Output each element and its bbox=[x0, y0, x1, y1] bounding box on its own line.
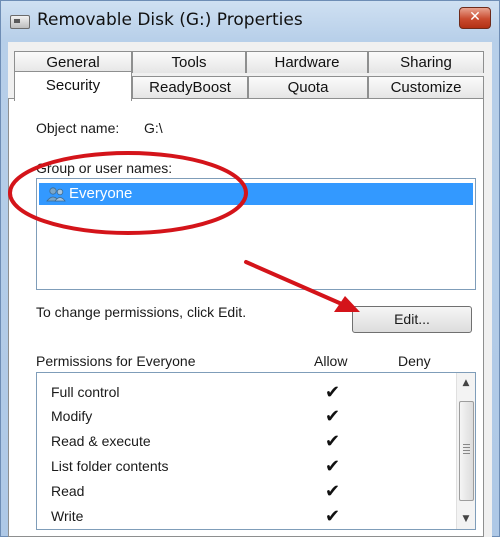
arrow-shaft bbox=[244, 260, 346, 307]
highlight-ellipse bbox=[8, 151, 248, 235]
tab-security[interactable]: Security bbox=[14, 71, 132, 101]
